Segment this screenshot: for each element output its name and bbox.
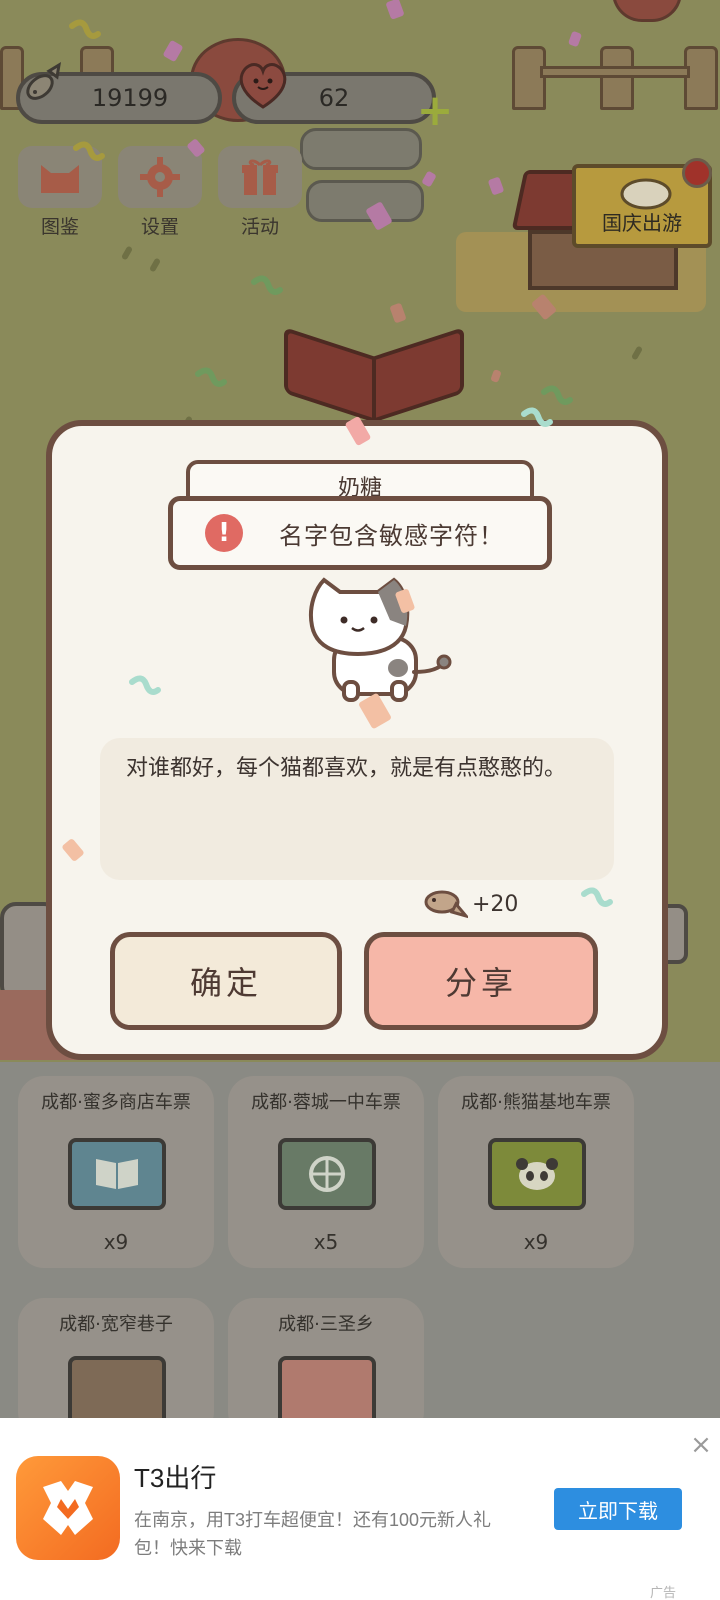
streamer: [581, 887, 613, 907]
ticket-name: 成都·蓉城一中车票: [251, 1092, 401, 1113]
fence-post: [684, 46, 718, 110]
streamer: [251, 275, 283, 295]
ticket-name: 成都·熊猫基地车票: [461, 1092, 611, 1113]
ticket-card[interactable]: 成都·宽窄巷子: [18, 1298, 214, 1438]
ad-tag: 广告: [650, 1582, 676, 1600]
error-toast: ! 名字包含敏感字符！: [168, 496, 552, 570]
cat-naming-dialog: 奶糖 ! 名字包含敏感字符！ 对谁都好，每个猫都喜欢，就是有点憨憨的。 +20 …: [46, 420, 668, 1060]
ticket-card[interactable]: 成都·熊猫基地车票 x9: [438, 1076, 634, 1268]
ticket-grid: 成都·蜜多商店车票 x9 成都·蓉城一中车票 x5 成都·熊猫基地车票 x9 成…: [0, 1062, 720, 1438]
confetti: [162, 39, 184, 63]
fish-icon: [424, 890, 468, 919]
stepping-stone: [306, 180, 424, 222]
reward-amount: +20: [472, 891, 519, 917]
grass-tuft: [630, 345, 644, 361]
share-button[interactable]: 分享: [364, 932, 598, 1030]
gear-icon: [118, 146, 202, 208]
menu-events-label: 活动: [240, 216, 279, 238]
menu-settings-label: 设置: [140, 216, 179, 238]
ticket-card[interactable]: 成都·三圣乡: [228, 1298, 424, 1438]
event-national-day-trip-button[interactable]: 国庆出游: [572, 158, 712, 248]
ticket-count: x9: [523, 1230, 549, 1254]
app-logo[interactable]: [16, 1456, 120, 1560]
panda-icon: [488, 1138, 586, 1210]
fish-count: 19199: [91, 84, 169, 112]
heart-face-icon: [232, 56, 294, 112]
cat-house: [284, 327, 464, 423]
ad-tag-label: 广告: [650, 1586, 677, 1600]
confetti: [385, 0, 405, 20]
ad-app-name: T3出行: [134, 1463, 217, 1493]
ticket-name: 成都·宽窄巷子: [59, 1314, 173, 1335]
ticket-name: 成都·三圣乡: [278, 1314, 374, 1335]
ticket-card[interactable]: 成都·蜜多商店车票 x9: [18, 1076, 214, 1268]
roof-left: [284, 327, 376, 423]
gift-icon: [218, 146, 302, 208]
ad-banner[interactable]: T3出行 在南京，用T3打车超便宜！还有100元新人礼包！快来下载 立即下载 ×…: [0, 1418, 720, 1600]
cat-illustration: [309, 577, 452, 702]
confirm-button[interactable]: 确定: [110, 932, 342, 1030]
confetti: [567, 30, 583, 48]
menu-encyclopedia-label: 图鉴: [40, 216, 79, 238]
menu-settings-button[interactable]: 设置: [118, 146, 202, 239]
toast-message: 名字包含敏感字符！: [279, 521, 504, 550]
confetti: [490, 368, 502, 384]
streamer: [73, 141, 105, 161]
streamer: [69, 19, 101, 39]
streamer: [129, 675, 161, 695]
bowl: [612, 0, 682, 22]
ad-description: 在南京，用T3打车超便宜！还有100元新人礼包！快来下载: [134, 1510, 492, 1558]
cat-description: 对谁都好，每个猫都喜欢，就是有点憨憨的。: [100, 738, 614, 880]
close-icon[interactable]: ×: [690, 1432, 712, 1458]
stepping-stone: [300, 128, 422, 170]
ticket-name: 成都·蜜多商店车票: [41, 1092, 191, 1113]
notification-dot: [682, 158, 712, 188]
confetti: [421, 170, 437, 188]
fence-rail: [540, 66, 690, 78]
roof-right: [372, 327, 464, 423]
download-button[interactable]: 立即下载: [554, 1488, 682, 1530]
heart-count: 62: [318, 84, 350, 112]
share-reward: +20: [422, 888, 518, 920]
fence-post: [600, 46, 634, 110]
warning-icon: !: [205, 514, 243, 552]
add-hearts-button[interactable]: +: [416, 89, 454, 133]
basketball-icon: [278, 1138, 376, 1210]
fence-post: [512, 46, 546, 110]
confetti: [389, 302, 407, 324]
ticket-count: x9: [103, 1230, 129, 1254]
menu-events-button[interactable]: 活动: [218, 146, 302, 239]
grass-tuft: [148, 257, 162, 273]
ticket-card[interactable]: 成都·蓉城一中车票 x5: [228, 1076, 424, 1268]
cloud-icon: [620, 178, 672, 210]
t3-logo-icon: [43, 1481, 93, 1535]
ticket-count: x5: [313, 1230, 339, 1254]
grass-tuft: [120, 245, 134, 261]
event-label: 国庆出游: [602, 211, 682, 235]
streamer: [521, 407, 553, 427]
book-icon: [68, 1138, 166, 1210]
fish-icon: [14, 58, 66, 110]
streamer: [195, 367, 227, 387]
